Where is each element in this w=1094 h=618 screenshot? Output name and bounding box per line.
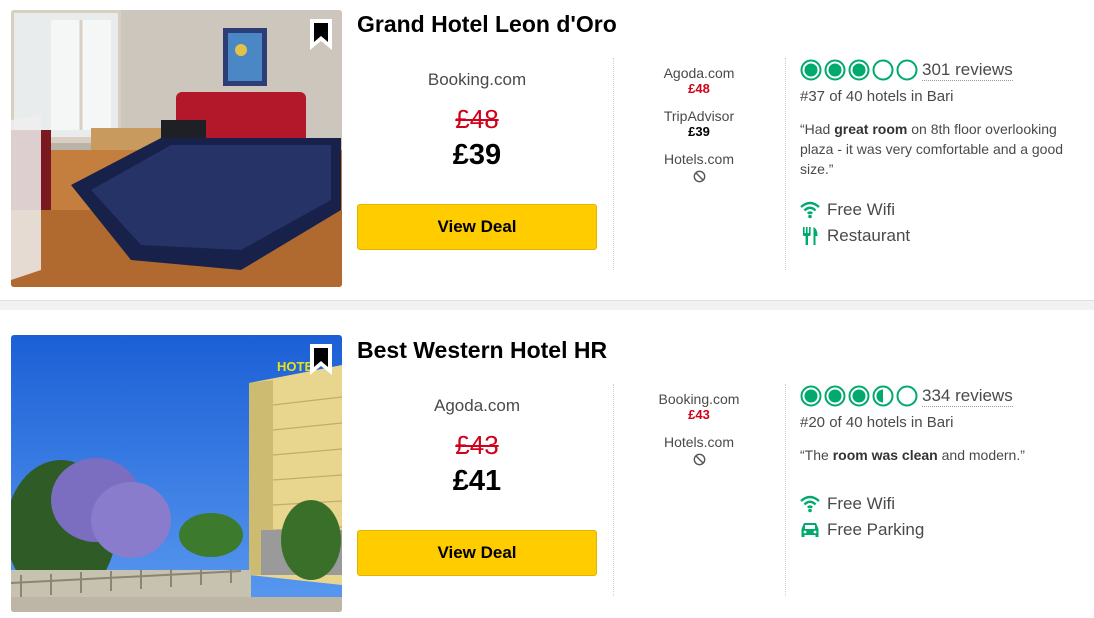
hotel-card: HOTE Best Western Hotel HR Agoda.com £43…	[0, 310, 1094, 618]
rating-bubbles	[800, 385, 918, 407]
hotel-info: 301 reviews #37 of 40 hotels in Bari “Ha…	[800, 58, 1090, 249]
amenity-label: Free Parking	[827, 520, 925, 539]
bubble-empty-icon	[896, 385, 918, 407]
review-quote: “Had great room on 8th floor overlooking…	[800, 121, 1064, 177]
hotel-name[interactable]: Best Western Hotel HR	[357, 337, 607, 364]
main-provider: Agoda.com	[434, 396, 520, 415]
bubble-full-icon	[800, 385, 822, 407]
divider-line	[613, 384, 614, 596]
other-offer[interactable]: Hotels.com	[622, 434, 776, 471]
not-available-icon	[693, 170, 706, 188]
car-icon	[800, 520, 820, 540]
offer-price: £48	[688, 81, 710, 96]
other-offer[interactable]: Agoda.com £48	[622, 65, 776, 96]
hotel-rank: #20 of 40 hotels in Bari	[800, 414, 954, 431]
old-price: £43	[455, 430, 499, 460]
bubble-full-icon	[824, 385, 846, 407]
bubble-full-icon	[848, 385, 870, 407]
main-offer: Booking.com £48 £39	[357, 70, 597, 172]
old-price: £48	[455, 104, 499, 134]
hotel-rank: #37 of 40 hotels in Bari	[800, 88, 954, 105]
view-deal-button[interactable]: View Deal	[357, 204, 597, 250]
view-deal-button[interactable]: View Deal	[357, 530, 597, 576]
amenity-label: Free Wifi	[827, 200, 895, 219]
amenity-label: Free Wifi	[827, 494, 895, 513]
bubble-full-icon	[824, 59, 846, 81]
amenity-item: Free Wifi	[800, 197, 1090, 223]
main-offer: Agoda.com £43 £41	[357, 396, 597, 498]
rating-row: 334 reviews	[800, 384, 1090, 408]
bubble-half-icon	[872, 385, 894, 407]
save-bookmark-button[interactable]	[308, 18, 334, 52]
price: £41	[452, 465, 502, 497]
offer-provider: TripAdvisor	[663, 108, 735, 124]
card-separator	[0, 300, 1094, 310]
amenities-list: Free Wifi Free Parking	[800, 491, 1090, 543]
wifi-icon	[800, 200, 820, 220]
amenity-item: Free Parking	[800, 517, 1090, 543]
amenity-item: Free Wifi	[800, 491, 1090, 517]
hotel-card: Grand Hotel Leon d'Oro Booking.com £48 £…	[0, 0, 1094, 300]
divider-line	[785, 58, 786, 270]
divider-line	[785, 384, 786, 596]
other-offers: Booking.com £43 Hotels.com	[622, 391, 776, 483]
save-bookmark-button[interactable]	[308, 343, 334, 377]
offer-provider: Hotels.com	[663, 151, 735, 167]
amenities-list: Free Wifi Restaurant	[800, 197, 1090, 249]
divider-line	[613, 58, 614, 270]
bubble-full-icon	[800, 59, 822, 81]
hotel-name[interactable]: Grand Hotel Leon d'Oro	[357, 11, 617, 38]
review-quote: “The room was clean and modern.”	[800, 447, 1025, 463]
reviews-link[interactable]: 334 reviews	[922, 386, 1013, 407]
rating-bubbles	[800, 59, 918, 81]
wifi-icon	[800, 494, 820, 514]
rating-row: 301 reviews	[800, 58, 1090, 82]
reviews-link[interactable]: 301 reviews	[922, 60, 1013, 81]
offer-provider: Hotels.com	[663, 434, 735, 450]
bubble-empty-icon	[896, 59, 918, 81]
other-offer[interactable]: Hotels.com	[622, 151, 776, 188]
bubble-empty-icon	[872, 59, 894, 81]
restaurant-icon	[800, 226, 820, 246]
amenity-item: Restaurant	[800, 223, 1090, 249]
offer-provider: Booking.com	[658, 391, 740, 407]
offer-price: £39	[688, 124, 710, 139]
hotel-photo[interactable]	[11, 10, 342, 287]
other-offer[interactable]: TripAdvisor £39	[622, 108, 776, 139]
hotel-photo[interactable]: HOTE	[11, 335, 342, 612]
price: £39	[452, 139, 502, 171]
other-offer[interactable]: Booking.com £43	[622, 391, 776, 422]
not-available-icon	[693, 453, 706, 471]
bubble-full-icon	[848, 59, 870, 81]
offer-provider: Agoda.com	[663, 65, 735, 81]
main-provider: Booking.com	[427, 70, 527, 89]
offer-price: £43	[688, 407, 710, 422]
hotel-info: 334 reviews #20 of 40 hotels in Bari “Th…	[800, 384, 1090, 543]
amenity-label: Restaurant	[827, 226, 911, 245]
other-offers: Agoda.com £48 TripAdvisor £39 Hotels.com	[622, 65, 776, 200]
